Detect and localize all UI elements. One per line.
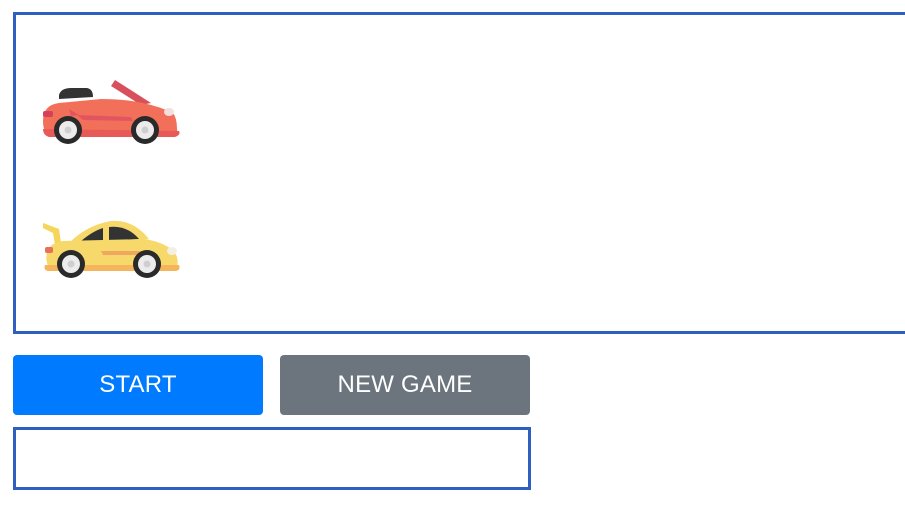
game-controls: START NEW GAME — [13, 355, 533, 415]
new-game-button[interactable]: NEW GAME — [280, 355, 530, 415]
race-track — [13, 12, 905, 334]
yellow-sports-car — [43, 220, 180, 278]
start-button[interactable]: START — [13, 355, 263, 415]
result-display — [13, 427, 531, 490]
red-convertible-car — [43, 80, 180, 144]
